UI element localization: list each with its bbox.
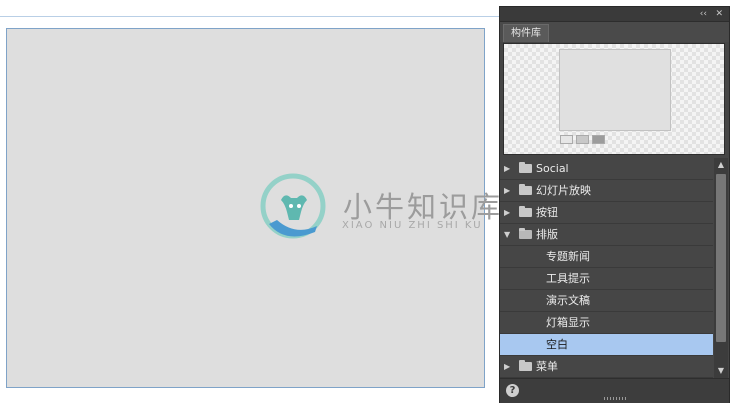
tree-item-presentation[interactable]: 演示文稿 — [500, 290, 713, 312]
panel-title-bar: ‹‹ ✕ — [500, 7, 729, 22]
tree-item-label: 专题新闻 — [546, 250, 590, 263]
expand-arrow-icon[interactable]: ▶ — [504, 180, 514, 201]
tree-folder-menu[interactable]: ▶ 菜单 — [500, 356, 713, 378]
preview-thumb — [592, 135, 605, 144]
tree-item-tooltip[interactable]: 工具提示 — [500, 268, 713, 290]
scroll-up-icon[interactable]: ▲ — [714, 158, 728, 172]
folder-icon — [519, 206, 532, 217]
expand-arrow-icon[interactable]: ▶ — [504, 158, 514, 179]
folder-icon — [519, 360, 532, 371]
resize-grip-icon[interactable] — [604, 397, 626, 400]
watermark: 小牛知识库 XIAO NIU ZHI SHI KU — [255, 170, 500, 250]
tree-folder-buttons[interactable]: ▶ 按钮 — [500, 202, 713, 224]
preview-slide — [559, 49, 671, 131]
tree-item-featured-news[interactable]: 专题新闻 — [500, 246, 713, 268]
tree-item-label: 菜单 — [536, 360, 558, 373]
tree-folder-social[interactable]: ▶ Social — [500, 158, 713, 180]
folder-icon — [519, 162, 532, 173]
preview-thumb — [560, 135, 573, 144]
tree-folder-slideshow[interactable]: ▶ 幻灯片放映 — [500, 180, 713, 202]
help-icon[interactable]: ? — [506, 384, 519, 397]
widget-preview — [503, 43, 725, 155]
panel-tab-bar: 构件库 — [500, 22, 729, 42]
collapse-arrow-icon[interactable]: ▼ — [504, 224, 514, 245]
bull-logo-icon — [260, 173, 326, 239]
close-icon[interactable]: ✕ — [715, 7, 723, 21]
preview-thumb — [576, 135, 589, 144]
tree-item-label: 排版 — [536, 228, 558, 241]
tree-scrollbar[interactable]: ▲ ▼ — [714, 158, 728, 378]
tree-item-lightbox[interactable]: 灯箱显示 — [500, 312, 713, 334]
open-folder-icon — [519, 228, 532, 239]
tree-item-label: 按钮 — [536, 206, 558, 219]
widget-tree: ▶ Social ▶ 幻灯片放映 ▶ 按钮 ▼ 排版 专题新闻 工具提示 演示文… — [500, 158, 713, 378]
tab-widget-library[interactable]: 构件库 — [503, 24, 549, 42]
panel-status-bar: ? — [500, 378, 729, 403]
tree-item-blank[interactable]: 空白 — [500, 334, 713, 356]
collapse-icon[interactable]: ‹‹ — [700, 7, 707, 21]
tree-item-label: 幻灯片放映 — [536, 184, 591, 197]
expand-arrow-icon[interactable]: ▶ — [504, 356, 514, 377]
tree-item-label: 灯箱显示 — [546, 316, 590, 329]
tree-folder-layout[interactable]: ▼ 排版 — [500, 224, 713, 246]
tree-item-label: 空白 — [546, 338, 568, 351]
scroll-thumb[interactable] — [716, 174, 726, 342]
folder-icon — [519, 184, 532, 195]
watermark-subtitle: XIAO NIU ZHI SHI KU — [342, 220, 483, 231]
scroll-down-icon[interactable]: ▼ — [714, 364, 728, 378]
tree-item-label: 工具提示 — [546, 272, 590, 285]
widget-library-panel: ‹‹ ✕ 构件库 ▶ Social ▶ 幻灯片放映 ▶ 按钮 ▼ 排版 专题新闻… — [499, 6, 730, 403]
ruler-guide-line — [0, 16, 500, 17]
tree-item-label: Social — [536, 162, 569, 175]
tree-item-label: 演示文稿 — [546, 294, 590, 307]
expand-arrow-icon[interactable]: ▶ — [504, 202, 514, 223]
